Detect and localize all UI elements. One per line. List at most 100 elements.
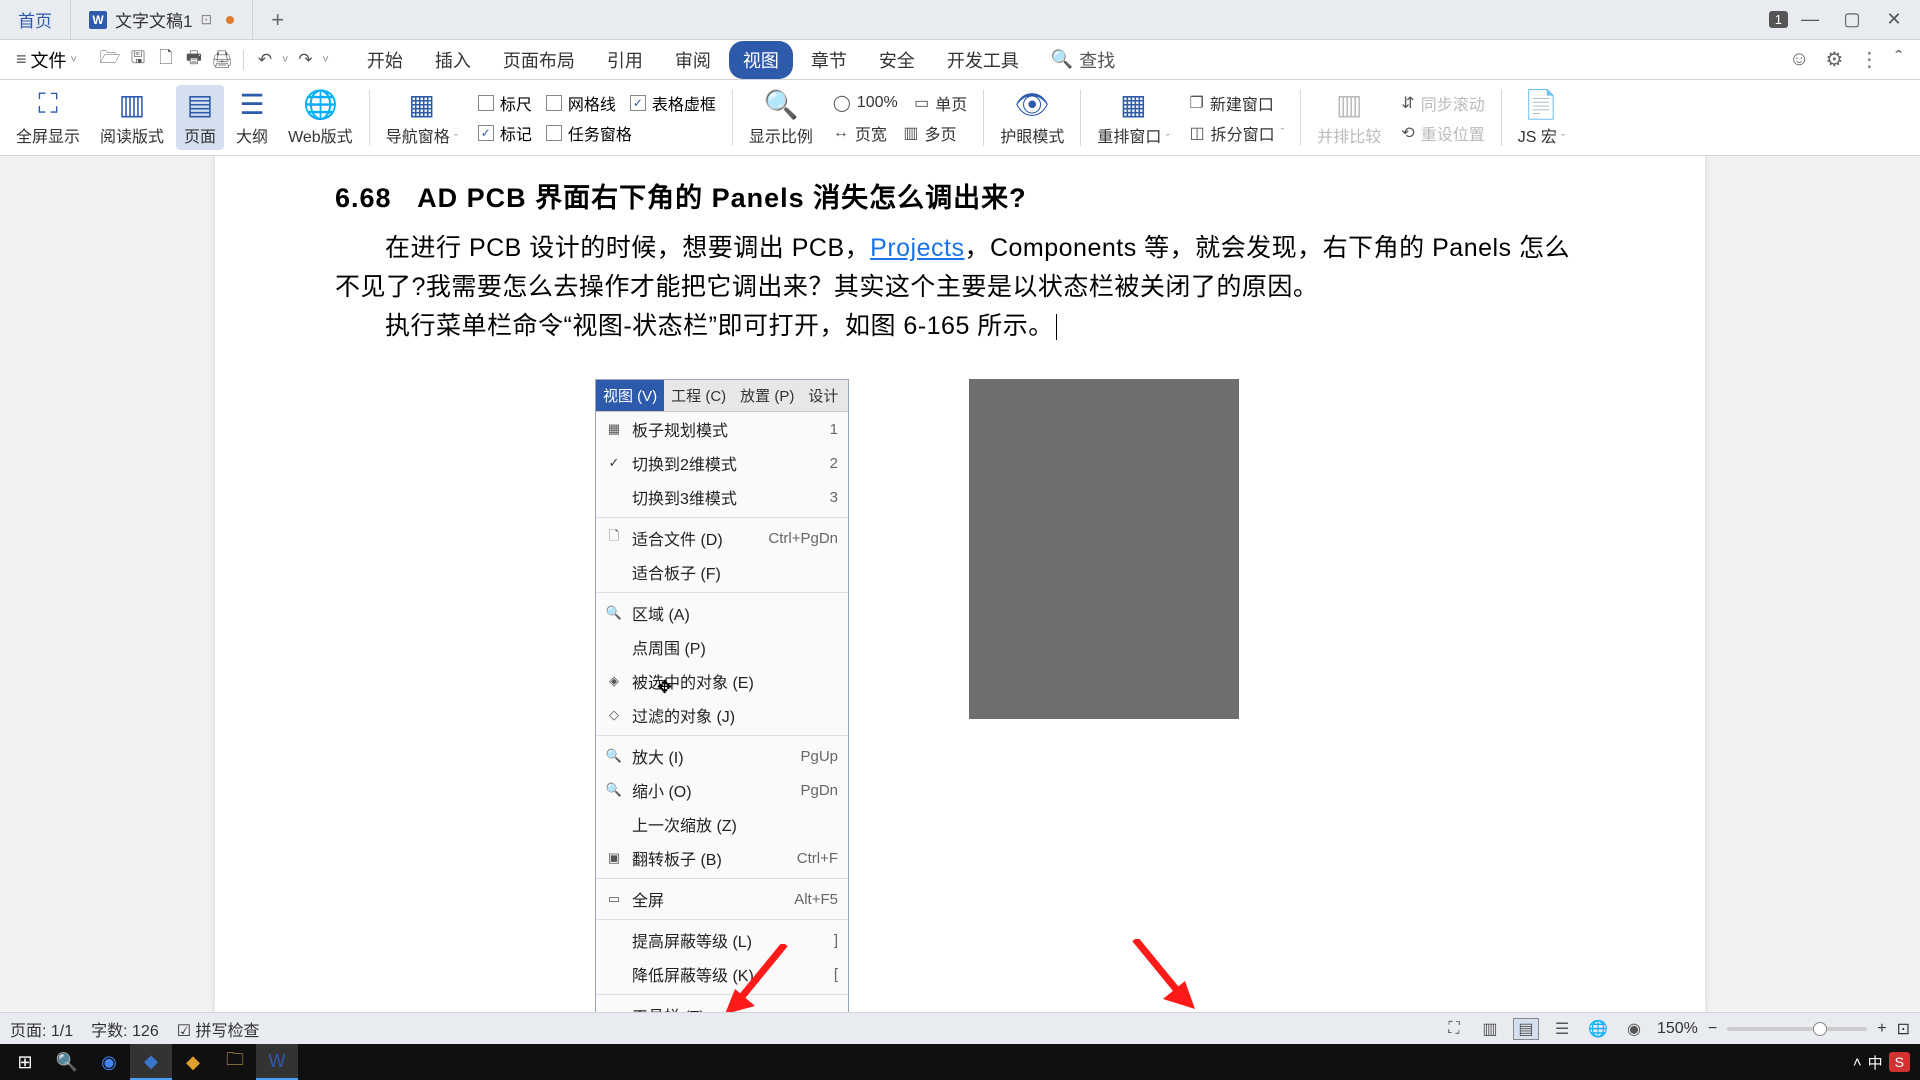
sim-menu-item: 上一次缩放 (Z) [596, 807, 848, 841]
ime-lang[interactable]: 中 [1868, 1052, 1883, 1073]
zoom-100[interactable]: ◯100% ▭单页 [833, 91, 967, 115]
tab-insert[interactable]: 插入 [421, 41, 485, 79]
eyecare-label: 护眼模式 [1000, 123, 1064, 147]
sim-menu-item: ◈被选中的对象 (E) [596, 664, 848, 698]
tab-start[interactable]: 开始 [353, 41, 417, 79]
page-layout-group[interactable]: ▤ 页面 [176, 85, 224, 150]
rearrange-group[interactable]: ▦ 重排窗口 ˇ [1089, 85, 1177, 150]
tablevirt-toggle[interactable]: 表格虚框 [630, 91, 716, 115]
wps-taskbar-icon[interactable]: W [256, 1044, 298, 1080]
outline-view-icon[interactable]: ☰ [1549, 1018, 1575, 1040]
zoom-group[interactable]: 🔍 显示比例 [741, 85, 821, 150]
start-button[interactable]: ⊞ [4, 1044, 46, 1080]
undo-icon[interactable]: ↶ [254, 49, 276, 71]
tab-chapter[interactable]: 章节 [797, 41, 861, 79]
gear-icon[interactable]: ⚙ [1825, 47, 1843, 72]
file-explorer-icon[interactable]: 🗀 [214, 1044, 256, 1080]
web-view-icon[interactable]: 🌐 [1585, 1018, 1611, 1040]
notification-badge[interactable]: 1 [1769, 11, 1788, 28]
maximize-button[interactable]: ▢ [1832, 0, 1872, 40]
taskbar-app-2[interactable]: ◆ [172, 1044, 214, 1080]
zoom-slider[interactable] [1727, 1027, 1867, 1031]
outline-group[interactable]: ☰ 大纲 [228, 85, 276, 150]
page-indicator[interactable]: 页面: 1/1 [10, 1017, 73, 1041]
zoom-out-button[interactable]: − [1708, 1020, 1717, 1038]
marks-toggle[interactable]: 标记 [478, 121, 532, 145]
print-direct-icon[interactable]: 🖨 [211, 49, 233, 71]
chrome-icon[interactable]: ◉ [88, 1044, 130, 1080]
zoom-value[interactable]: 150% [1657, 1020, 1698, 1038]
open-icon[interactable]: 🗁 [99, 49, 121, 71]
tab-home[interactable]: 首页 [0, 0, 71, 40]
tab-pagelayout[interactable]: 页面布局 [489, 41, 589, 79]
macro-label: JS 宏 ˇ [1518, 123, 1565, 147]
embedded-figure: 视图 (V) 工程 (C) 放置 (P) 设计 ▦板子规划模式1切换到2维模式2… [595, 379, 1585, 1012]
print-preview-icon[interactable]: 🗋 [155, 49, 177, 71]
fullscreen-group[interactable]: ⛶ 全屏显示 [8, 85, 88, 150]
zoom-pagewidth[interactable]: ↔页宽 ▥多页 [833, 121, 957, 145]
redo-icon[interactable]: ↷ [294, 49, 316, 71]
tab-devtools[interactable]: 开发工具 [933, 41, 1033, 79]
document-page[interactable]: 6.68 AD PCB 界面右下角的 Panels 消失怎么调出来? 在进行 P… [215, 156, 1705, 1012]
taskbar-app-1[interactable]: ◆ [130, 1044, 172, 1080]
sim-menu-item: ◇过滤的对象 (J) [596, 698, 848, 732]
split-window[interactable]: ◫拆分窗口 ˇ [1189, 121, 1284, 145]
taskpane-toggle[interactable]: 任务窗格 [546, 121, 632, 145]
sim-menu-item: 提高屏蔽等级 (L)] [596, 923, 848, 957]
tab-security[interactable]: 安全 [865, 41, 929, 79]
file-menu-label: 文件 [31, 47, 67, 73]
save-icon[interactable]: 🖫 [127, 49, 149, 71]
print-icon[interactable]: 🖶 [183, 49, 205, 71]
sim-tab-project: 工程 (C) [664, 380, 733, 411]
tab-preview-icon[interactable]: ⊡ [200, 11, 212, 28]
macro-group[interactable]: 📄 JS 宏 ˇ [1510, 85, 1573, 150]
read-layout-group[interactable]: ▥ 阅读版式 [92, 85, 172, 150]
tab-document[interactable]: W 文字文稿1 ⊡ [71, 0, 253, 40]
new-tab-button[interactable]: + [253, 7, 302, 33]
file-menu[interactable]: ≡ 文件 ˅ [8, 43, 85, 77]
compare-label: 并排比较 [1317, 123, 1381, 147]
sync-group: ⇵同步滚动 ⟲重设位置 [1393, 88, 1492, 148]
read-layout-label: 阅读版式 [100, 123, 164, 147]
tray-chevron-icon[interactable]: ˄ [1853, 1054, 1862, 1071]
rearrange-label: 重排窗口 ˇ [1097, 123, 1169, 147]
collapse-ribbon-icon[interactable]: ˆ [1895, 48, 1902, 71]
spellcheck-status[interactable]: ☑ 拼写检查 [177, 1017, 260, 1041]
web-layout-icon: 🌐 [303, 88, 338, 121]
redo-dropdown-icon[interactable]: ˅ [322, 54, 328, 66]
word-count[interactable]: 字数: 126 [91, 1017, 159, 1041]
more-icon[interactable]: ⋮ [1859, 47, 1879, 72]
page-view-icon[interactable]: ▤ [1513, 1018, 1539, 1040]
sim-menu-item: 🔍缩小 (O)PgDn [596, 773, 848, 807]
tab-review[interactable]: 审阅 [661, 41, 725, 79]
fit-button[interactable]: ⊡ [1897, 1019, 1910, 1039]
paragraph-1: 在进行 PCB 设计的时候，想要调出 PCB，Projects，Componen… [335, 229, 1585, 307]
fullscreen-view-icon[interactable]: ⛶ [1441, 1018, 1467, 1040]
nav-pane-group[interactable]: ▦ 导航窗格 ˇ [378, 85, 466, 150]
zoom-icon: 🔍 [763, 88, 798, 121]
ime-indicator[interactable]: S [1889, 1052, 1910, 1072]
search-box[interactable]: 🔍 查找 [1051, 47, 1115, 73]
window-group: ❐新建窗口 ◫拆分窗口 ˇ [1181, 88, 1292, 148]
eyecare-group[interactable]: 👁 护眼模式 [992, 85, 1072, 150]
ribbon-sep [983, 90, 984, 146]
close-button[interactable]: ✕ [1874, 0, 1914, 40]
undo-dropdown-icon[interactable]: ˅ [282, 54, 288, 66]
tab-reference[interactable]: 引用 [593, 41, 657, 79]
gridlines-toggle[interactable]: 网格线 [546, 91, 616, 115]
read-view-icon[interactable]: ▥ [1477, 1018, 1503, 1040]
qat-separator [243, 50, 244, 70]
search-taskbar[interactable]: 🔍 [46, 1044, 88, 1080]
tab-view[interactable]: 视图 [729, 41, 793, 79]
search-label: 查找 [1079, 47, 1115, 73]
web-layout-group[interactable]: 🌐 Web版式 [280, 85, 361, 150]
minimize-button[interactable]: — [1790, 0, 1830, 40]
smile-icon[interactable]: ☺ [1789, 48, 1809, 71]
sim-menu-item: 切换到2维模式2 [596, 446, 848, 480]
ruler-toggle[interactable]: 标尺 [478, 91, 532, 115]
zoom-in-button[interactable]: + [1877, 1020, 1886, 1038]
ribbon-sep [1080, 90, 1081, 146]
sim-menu-item: 适合板子 (F) [596, 555, 848, 589]
new-window[interactable]: ❐新建窗口 [1189, 91, 1273, 115]
eye-view-icon[interactable]: ◉ [1621, 1018, 1647, 1040]
